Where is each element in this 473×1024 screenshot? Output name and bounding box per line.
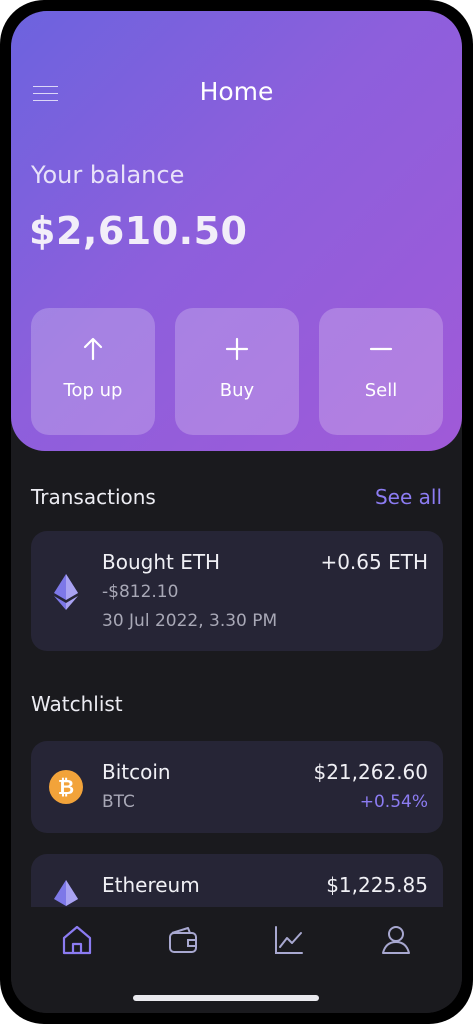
wallet-icon: [169, 927, 197, 953]
profile-icon: [382, 926, 410, 954]
arrow-up-icon: [31, 334, 155, 364]
top-up-button[interactable]: Top up: [31, 308, 155, 435]
watchlist-item-bitcoin[interactable]: ₿ Bitcoin BTC $21,262.60 +0.54%: [31, 741, 443, 833]
tab-wallet[interactable]: [166, 923, 200, 957]
balance-amount: $2,610.50: [29, 209, 248, 253]
watchlist-title: Watchlist: [31, 692, 123, 716]
phone-frame: Home Your balance $2,610.50 Top up Buy S…: [0, 0, 473, 1024]
coin-name: Bitcoin: [102, 760, 171, 784]
action-buttons: Top up Buy Sell: [31, 308, 443, 435]
tab-profile[interactable]: [379, 923, 413, 957]
tab-home[interactable]: [60, 923, 94, 957]
chart-icon: [275, 926, 303, 954]
balance-header: Home Your balance $2,610.50 Top up Buy S…: [11, 11, 462, 451]
coin-change: +0.54%: [359, 792, 428, 812]
tab-markets[interactable]: [272, 923, 306, 957]
home-indicator: [133, 995, 319, 1001]
sell-button[interactable]: Sell: [319, 308, 443, 435]
coin-symbol: BTC: [102, 792, 135, 812]
plus-icon: [175, 334, 299, 364]
balance-label: Your balance: [31, 161, 185, 189]
transaction-amount: -$812.10: [102, 582, 179, 602]
coin-price: $1,225.85: [326, 873, 428, 897]
see-all-link[interactable]: See all: [375, 485, 442, 509]
transaction-card[interactable]: Bought ETH -$812.10 30 Jul 2022, 3.30 PM…: [31, 531, 443, 651]
home-icon: [62, 925, 92, 955]
bitcoin-icon: ₿: [49, 770, 83, 804]
minus-icon: [319, 334, 443, 364]
buy-label: Buy: [219, 380, 255, 401]
top-up-label: Top up: [63, 380, 123, 401]
transactions-title: Transactions: [31, 485, 156, 509]
transaction-date: 30 Jul 2022, 3.30 PM: [102, 611, 278, 631]
ethereum-icon: [49, 573, 83, 610]
svg-text:₿: ₿: [58, 775, 74, 799]
sell-label: Sell: [364, 380, 398, 401]
coin-name: Ethereum: [102, 873, 200, 897]
coin-price: $21,262.60: [313, 760, 428, 784]
buy-button[interactable]: Buy: [175, 308, 299, 435]
app-screen: Home Your balance $2,610.50 Top up Buy S…: [11, 11, 462, 1013]
transaction-title: Bought ETH: [102, 550, 221, 574]
transaction-change: +0.65 ETH: [320, 550, 428, 574]
page-title: Home: [199, 77, 274, 106]
